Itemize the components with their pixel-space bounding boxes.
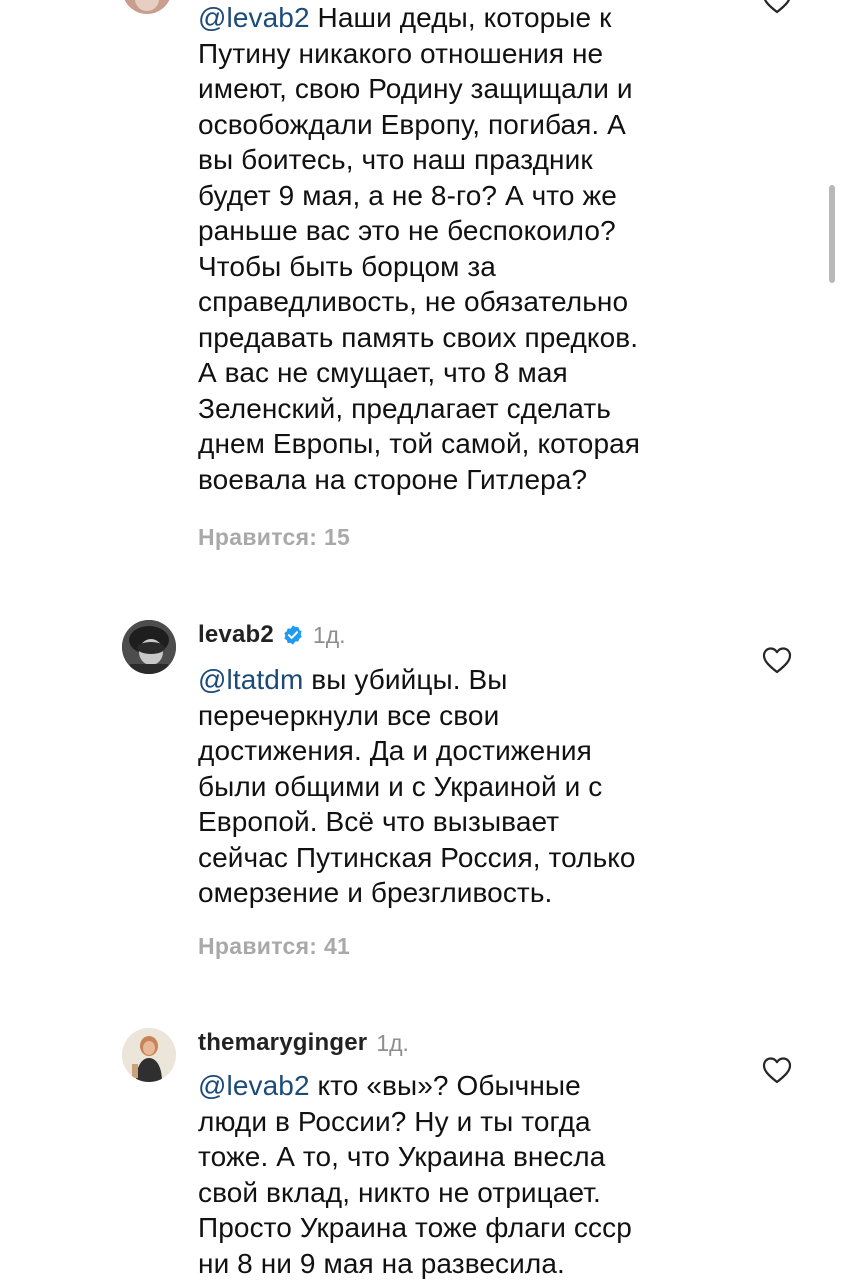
- avatar[interactable]: [122, 620, 176, 674]
- likes-count[interactable]: Нравится: 41: [198, 933, 350, 960]
- comment-header: levab2 1д.: [198, 620, 346, 650]
- comment-text: @ltatdm вы убийцы. Вы перечеркнули все с…: [198, 664, 636, 908]
- comment-text: @levab2 кто «вы»? Обычные люди в России?…: [198, 1070, 632, 1279]
- avatar[interactable]: [122, 1028, 176, 1082]
- mention-link[interactable]: @levab2: [198, 2, 310, 33]
- heart-icon[interactable]: [762, 0, 792, 14]
- username[interactable]: levab2: [198, 621, 274, 649]
- mention-link[interactable]: @ltatdm: [198, 664, 303, 695]
- comment-header: themaryginger 1д.: [198, 1028, 409, 1058]
- timestamp: 1д.: [376, 1029, 409, 1056]
- verified-badge-icon: [284, 625, 302, 645]
- timestamp: 1д.: [312, 621, 346, 648]
- heart-icon[interactable]: [762, 646, 792, 674]
- likes-count[interactable]: Нравится: 15: [198, 524, 350, 551]
- avatar-top[interactable]: [122, 0, 172, 14]
- username[interactable]: themaryginger: [198, 1029, 367, 1057]
- mention-link[interactable]: @levab2: [198, 1070, 310, 1101]
- heart-icon[interactable]: [762, 1056, 792, 1084]
- comment-text: @levab2 Наши деды, которые к Путину ника…: [198, 2, 641, 495]
- scrollbar-thumb[interactable]: [829, 185, 835, 283]
